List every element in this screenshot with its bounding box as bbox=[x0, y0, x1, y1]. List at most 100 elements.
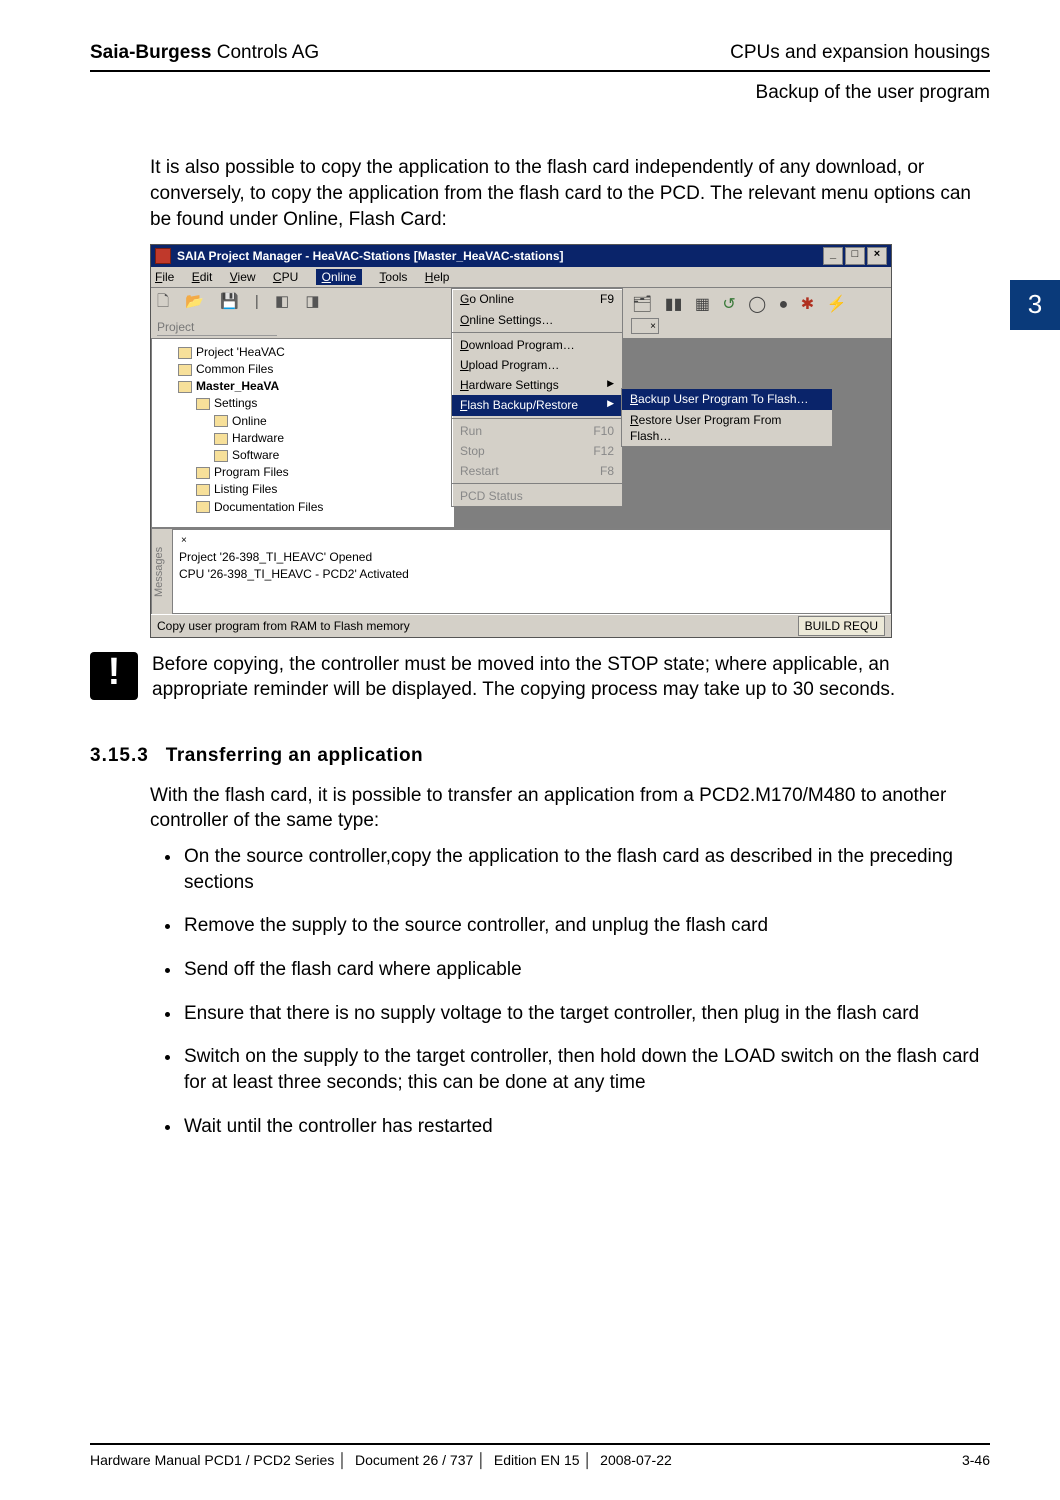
mi-download-program[interactable]: Download Program… bbox=[452, 335, 622, 355]
screenshot-project-manager: SAIA Project Manager - HeaVAC-Stations [… bbox=[150, 244, 892, 638]
warning-block: Before copying, the controller must be m… bbox=[90, 652, 990, 703]
menu-tools[interactable]: Tools bbox=[379, 270, 407, 284]
messages-panel: Messages × Project '26-398_TI_HEAVC' Ope… bbox=[151, 528, 891, 614]
tree-common: Common Files bbox=[178, 361, 450, 377]
mi-restore-from-flash[interactable]: Restore User Program From Flash… bbox=[622, 410, 832, 446]
toolbar-group-icon[interactable]: 🗂 bbox=[632, 296, 652, 313]
header-rule bbox=[90, 70, 990, 72]
shortcut-f9: F9 bbox=[600, 291, 614, 307]
toolbar-icons-left[interactable]: 🗋 📂 💾 | ◧ ◨ bbox=[157, 292, 447, 312]
subwindow-close-bar[interactable]: × bbox=[631, 318, 659, 334]
tree-project: Project 'HeaVAC bbox=[178, 344, 450, 360]
dot-icon[interactable]: ● bbox=[779, 296, 789, 313]
page-footer: Hardware Manual PCD1 / PCD2 Series│ Docu… bbox=[90, 1443, 990, 1470]
mi-online-settings[interactable]: Online Settings… bbox=[452, 310, 622, 330]
menubar: File Edit View CPU Online Tools Help bbox=[151, 267, 891, 288]
online-icon bbox=[214, 415, 228, 427]
running-header: Saia-Burgess Controls AG CPUs and expans… bbox=[90, 40, 990, 66]
mi-upload-program[interactable]: Upload Program… bbox=[452, 355, 622, 375]
section-lead: With the flash card, it is possible to t… bbox=[150, 783, 990, 834]
messages-tab[interactable]: Messages bbox=[151, 529, 172, 614]
flash-submenu: Backup User Program To Flash… Restore Us… bbox=[621, 388, 833, 447]
software-icon bbox=[214, 450, 228, 462]
folder-icon bbox=[196, 501, 210, 513]
tree-program-files: Program Files bbox=[196, 464, 450, 480]
section-number: 3.15.3 bbox=[90, 743, 160, 769]
folder-icon bbox=[178, 364, 192, 376]
menu-cpu[interactable]: CPU bbox=[273, 270, 298, 284]
menu-view[interactable]: View bbox=[230, 270, 256, 284]
folder-icon bbox=[196, 467, 210, 479]
refresh-icon[interactable]: ↺ bbox=[722, 296, 735, 313]
menu-file[interactable]: File bbox=[155, 270, 174, 284]
mi-hardware-settings[interactable]: Hardware Settings bbox=[452, 375, 622, 395]
tree-settings: Settings bbox=[196, 395, 450, 411]
gear-icon[interactable]: ✱ bbox=[801, 296, 814, 313]
tree-listing-files: Listing Files bbox=[196, 481, 450, 497]
hardware-icon bbox=[214, 433, 228, 445]
mi-flash-backup-restore[interactable]: Flash Backup/Restore bbox=[452, 395, 622, 415]
tree-software: Software bbox=[214, 447, 450, 463]
online-menu-dropdown: GGo Onlineo Online F9 Online Settings… D… bbox=[451, 288, 623, 507]
mi-pcd-status: PCD Status bbox=[452, 486, 622, 506]
statusbar: Copy user program from RAM to Flash memo… bbox=[151, 614, 891, 637]
chip-icon[interactable]: ▦ bbox=[695, 296, 710, 313]
tree-master: Master_HeaVA bbox=[178, 378, 450, 394]
message-line: Project '26-398_TI_HEAVC' Opened bbox=[179, 549, 884, 565]
list-item: Ensure that there is no supply voltage t… bbox=[182, 1001, 990, 1027]
menu-separator bbox=[452, 483, 622, 484]
left-toolbar: 🗋 📂 💾 | ◧ ◨ Project bbox=[151, 288, 452, 337]
maximize-button[interactable]: □ bbox=[845, 247, 865, 265]
statusbar-left: Copy user program from RAM to Flash memo… bbox=[157, 618, 410, 634]
folder-icon bbox=[196, 398, 210, 410]
minimize-button[interactable]: _ bbox=[823, 247, 843, 265]
toolbar-and-client: 🗋 📂 💾 | ◧ ◨ Project 🗂 ▮▮ ▦ ↺ ◯ ● ✱ ⚡ × G… bbox=[151, 288, 891, 337]
tree-doc-files: Documentation Files bbox=[196, 499, 450, 515]
menu-online[interactable]: Online bbox=[316, 269, 363, 285]
header-right: CPUs and expansion housings bbox=[730, 40, 990, 66]
app-icon bbox=[155, 248, 171, 264]
messages-body: × Project '26-398_TI_HEAVC' Opened CPU '… bbox=[172, 529, 891, 614]
menu-separator bbox=[452, 332, 622, 333]
mi-go-online[interactable]: GGo Onlineo Online F9 bbox=[452, 289, 622, 309]
transfer-steps-list: On the source controller,copy the applic… bbox=[90, 844, 990, 1139]
message-line: CPU '26-398_TI_HEAVC - PCD2' Activated bbox=[179, 566, 884, 582]
tree-hardware: Hardware bbox=[214, 430, 450, 446]
list-item: Wait until the controller has restarted bbox=[182, 1114, 990, 1140]
project-label: Project bbox=[157, 319, 277, 336]
mi-backup-to-flash[interactable]: Backup User Program To Flash… bbox=[622, 389, 832, 409]
tree-online: Online bbox=[214, 413, 450, 429]
exclaim-icon bbox=[90, 652, 138, 700]
section-heading: 3.15.3 Transferring an application bbox=[90, 743, 990, 769]
header-left: Saia-Burgess Controls AG bbox=[90, 40, 319, 66]
bolt-icon[interactable]: ⚡ bbox=[827, 296, 847, 313]
cpu-icon bbox=[178, 381, 192, 393]
window-title: SAIA Project Manager - HeaVAC-Stations [… bbox=[177, 248, 821, 264]
header-company-rest: Controls AG bbox=[211, 42, 319, 63]
titlebar: SAIA Project Manager - HeaVAC-Stations [… bbox=[151, 245, 891, 267]
list-item: Switch on the supply to the target contr… bbox=[182, 1044, 990, 1095]
list-item: Remove the supply to the source controll… bbox=[182, 913, 990, 939]
pause-icon[interactable]: ▮▮ bbox=[665, 296, 683, 313]
messages-close-icon[interactable]: × bbox=[179, 532, 884, 550]
menu-separator bbox=[452, 418, 622, 419]
project-tree[interactable]: Project 'HeaVAC Common Files Master_HeaV… bbox=[151, 338, 455, 528]
footer-left: Hardware Manual PCD1 / PCD2 Series│ Docu… bbox=[90, 1451, 672, 1470]
menu-help[interactable]: Help bbox=[425, 270, 450, 284]
list-item: Send off the flash card where applicable bbox=[182, 957, 990, 983]
statusbar-right: BUILD REQU bbox=[798, 616, 885, 636]
list-item: On the source controller,copy the applic… bbox=[182, 844, 990, 895]
section-title: Transferring an application bbox=[166, 745, 423, 766]
project-icon bbox=[178, 347, 192, 359]
chapter-tab: 3 bbox=[1010, 280, 1060, 330]
intro-paragraph: It is also possible to copy the applicat… bbox=[150, 155, 990, 232]
footer-page: 3-46 bbox=[962, 1451, 990, 1470]
close-button[interactable]: × bbox=[867, 247, 887, 265]
header-company-bold: Saia-Burgess bbox=[90, 42, 211, 63]
mi-run: RunF10 bbox=[452, 421, 622, 441]
mi-restart: RestartF8 bbox=[452, 461, 622, 481]
menu-edit[interactable]: Edit bbox=[192, 270, 213, 284]
circle-icon[interactable]: ◯ bbox=[748, 296, 766, 313]
header-sub: Backup of the user program bbox=[90, 80, 990, 106]
mi-stop: StopF12 bbox=[452, 441, 622, 461]
